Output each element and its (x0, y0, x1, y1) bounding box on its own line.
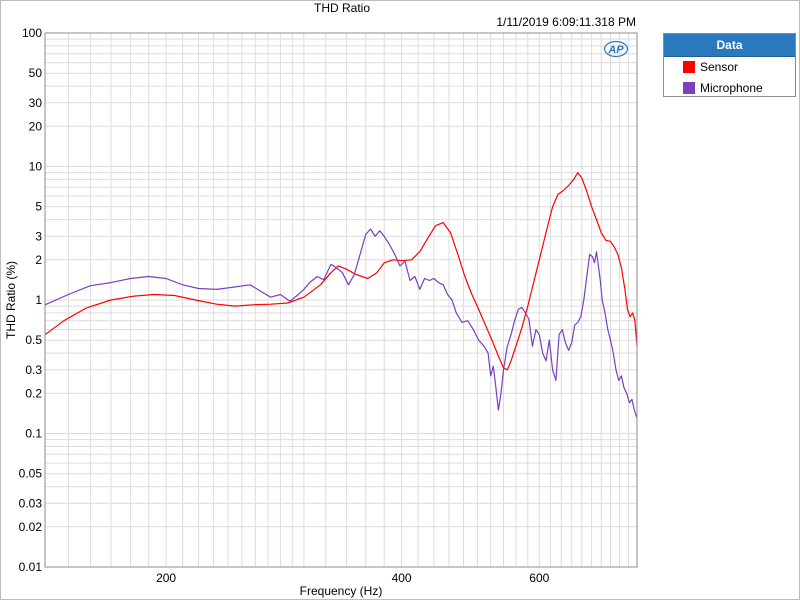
x-tick-labels: 200 400 600 (156, 571, 550, 585)
y-tick-label: 0.02 (19, 520, 43, 534)
y-tick-label: 0.05 (19, 467, 43, 481)
x-tick-label: 600 (529, 571, 549, 585)
chart-title: THD Ratio (314, 1, 370, 15)
y-tick-label: 0.01 (19, 560, 43, 574)
y-tick-label: 0.03 (19, 496, 43, 510)
legend-label: Sensor (700, 60, 739, 74)
y-tick-label: 2 (35, 253, 42, 267)
y-tick-labels: 0.01 0.02 0.03 0.05 0.1 0.2 0.3 0.5 1 2 3 5 10 20 30 50… (19, 26, 43, 574)
y-tick-label: 100 (22, 26, 42, 40)
legend-header: Data (664, 34, 795, 57)
ap-logo-text: AP (607, 44, 624, 56)
y-tick-label: 0.3 (25, 363, 42, 377)
microphone-swatch (683, 82, 695, 94)
series-lines (44, 172, 638, 419)
legend-item-sensor[interactable]: Sensor (664, 57, 795, 78)
y-tick-label: 1 (35, 293, 42, 307)
sensor-swatch (683, 61, 695, 73)
y-tick-label: 0.2 (25, 386, 42, 400)
y-axis-label: THD Ratio (%) (4, 261, 18, 339)
x-tick-label: 200 (156, 571, 176, 585)
y-tick-label: 0.5 (25, 333, 42, 347)
legend-panel: Data Sensor Microphone (663, 33, 796, 97)
ap-logo-icon: AP (603, 40, 629, 58)
y-tick-label: 10 (29, 160, 43, 174)
series-line-microphone (44, 228, 638, 419)
grid (45, 33, 637, 567)
timestamp: 1/11/2019 6:09:11.318 PM (496, 15, 636, 29)
x-axis-label: Frequency (Hz) (300, 584, 383, 598)
y-tick-label: 0.1 (25, 427, 42, 441)
y-tick-label: 30 (29, 96, 43, 110)
legend-item-microphone[interactable]: Microphone (664, 78, 795, 99)
y-tick-label: 3 (35, 229, 42, 243)
x-tick-label: 400 (392, 571, 412, 585)
legend-label: Microphone (700, 81, 763, 95)
y-tick-label: 20 (29, 119, 43, 133)
y-tick-label: 50 (29, 66, 43, 80)
y-tick-label: 5 (35, 200, 42, 214)
